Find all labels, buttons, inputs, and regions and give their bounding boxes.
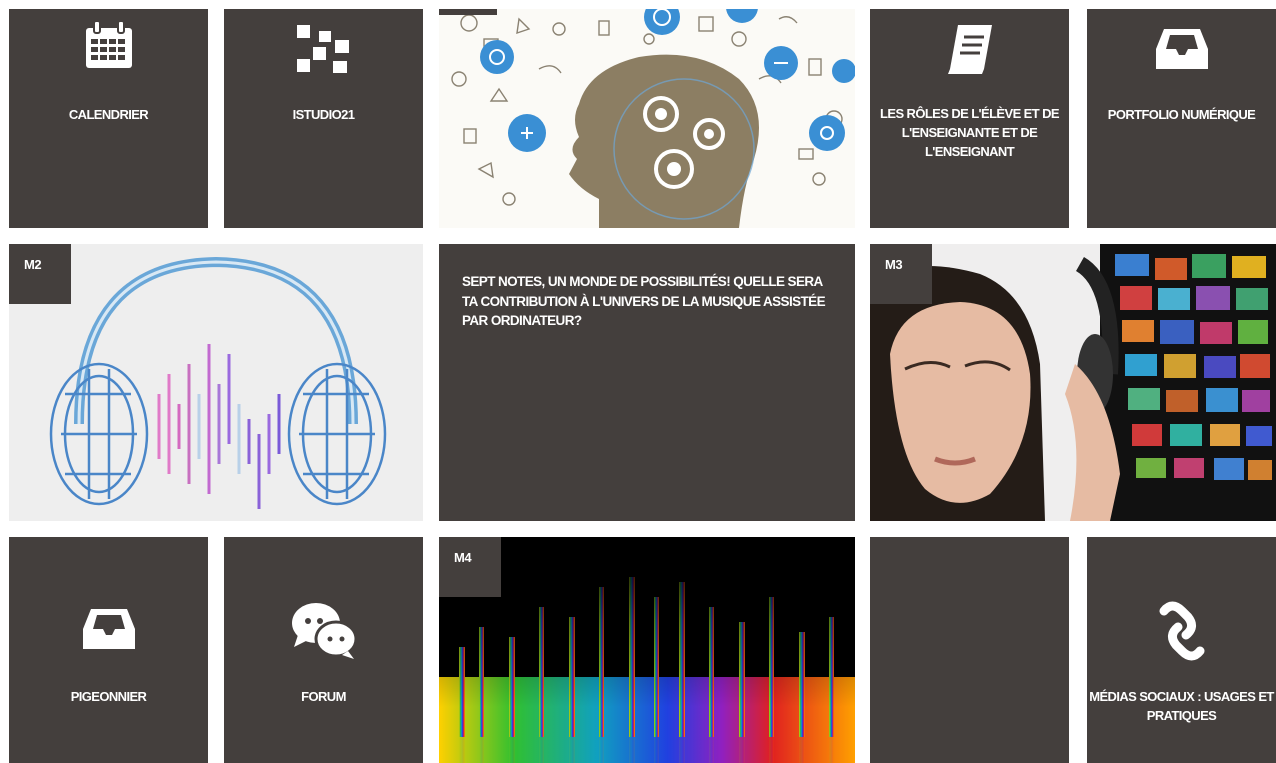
tile-brain-image[interactable] <box>439 9 855 228</box>
tile-label: CALENDRIER <box>68 107 149 122</box>
tile-label: LES RÔLES DE L'ÉLÈVE ET DE L'ENSEIGNANTE… <box>880 106 1060 159</box>
tile-empty <box>870 537 1069 763</box>
tile-istudio21[interactable]: ISTUDIO21 <box>224 9 423 228</box>
tile-label: FORUM <box>301 689 346 704</box>
chain-link-icon <box>1154 599 1210 663</box>
tile-description[interactable]: SEPT NOTES, UN MONDE DE POSSIBILITÉS! QU… <box>439 244 855 521</box>
module-badge: M4 <box>439 537 501 597</box>
tile-m4[interactable]: M4 <box>439 537 855 763</box>
book-icon <box>940 21 1000 77</box>
inbox-tray-icon <box>1154 25 1210 73</box>
inbox-tray-icon <box>81 605 137 653</box>
tile-medias-sociaux[interactable]: MÉDIAS SOCIAUX : USAGES ET PRATIQUES <box>1087 537 1276 763</box>
tile-label: PIGEONNIER <box>70 689 147 704</box>
colorful-equalizer-image <box>439 537 855 763</box>
module-description: SEPT NOTES, UN MONDE DE POSSIBILITÉS! QU… <box>462 274 826 328</box>
module-badge: M2 <box>9 244 71 304</box>
tile-m2[interactable]: M2 <box>9 244 423 521</box>
tile-roles[interactable]: LES RÔLES DE L'ÉLÈVE ET DE L'ENSEIGNANTE… <box>870 9 1069 228</box>
module-badge: M3 <box>870 244 932 304</box>
headphones-soundwave-image <box>9 244 423 521</box>
tile-pigeonnier[interactable]: PIGEONNIER <box>9 537 208 763</box>
chat-bubbles-icon <box>288 599 360 661</box>
tile-m3[interactable]: M3 <box>870 244 1276 521</box>
tile-portfolio[interactable]: PORTFOLIO NUMÉRIQUE <box>1087 9 1276 228</box>
tile-label: PORTFOLIO NUMÉRIQUE <box>1107 107 1256 122</box>
brain-gears-image <box>439 9 855 228</box>
tile-label: ISTUDIO21 <box>292 107 355 122</box>
tile-calendrier[interactable]: CALENDRIER <box>9 9 208 228</box>
istudio-logo-icon <box>295 23 353 75</box>
calendar-icon <box>79 19 139 71</box>
tile-label: MÉDIAS SOCIAUX : USAGES ET PRATIQUES <box>1089 689 1274 723</box>
tile-forum[interactable]: FORUM <box>224 537 423 763</box>
